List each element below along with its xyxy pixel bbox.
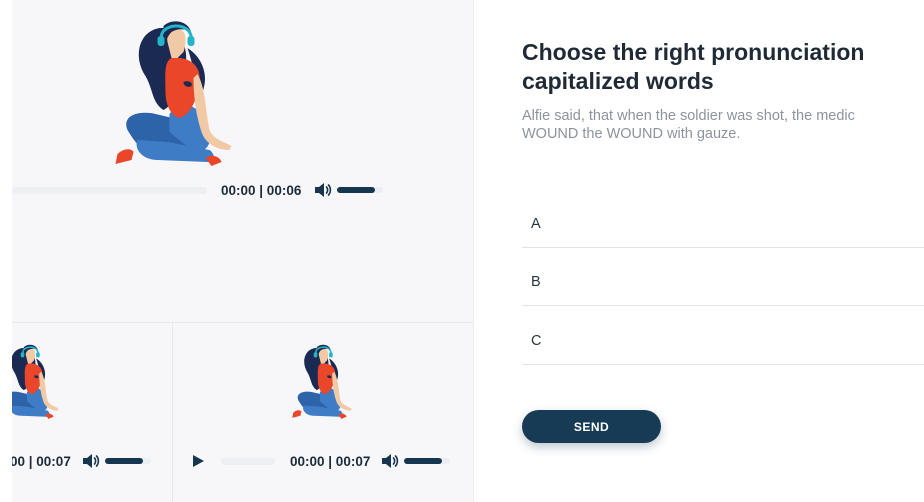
option-label: C [531, 333, 542, 349]
volume-level [337, 187, 376, 193]
speaker-icon[interactable] [82, 453, 100, 469]
question-title: Choose the right pronunciation capitaliz… [522, 39, 865, 94]
time-display: 00 | 00:07 [12, 453, 71, 469]
play-icon[interactable] [191, 454, 205, 468]
volume-slider[interactable] [404, 458, 451, 464]
option-label: A [531, 216, 541, 232]
volume-slider[interactable] [337, 187, 384, 193]
media-panel: 00:00 | 00:06 00 | 00:07 00:00 | 00:07 [12, 0, 474, 502]
volume-level [404, 458, 443, 464]
audio-player-2: 00 | 00:07 [12, 451, 172, 471]
answer-option-b[interactable]: B [522, 259, 924, 306]
woman-with-headphones-illustration [90, 18, 265, 178]
option-label: B [531, 274, 541, 290]
speaker-icon[interactable] [314, 182, 332, 198]
volume-slider[interactable] [104, 458, 151, 464]
media-tile-3: 00:00 | 00:07 [173, 323, 473, 502]
woman-with-headphones-illustration [12, 343, 72, 425]
speaker-icon[interactable] [381, 453, 399, 469]
audio-player-main: 00:00 | 00:06 [12, 180, 412, 200]
audio-player-3: 00:00 | 00:07 [191, 451, 471, 471]
send-button[interactable]: SEND [522, 410, 661, 443]
media-tile-main: 00:00 | 00:06 [12, 0, 473, 323]
time-display: 00:00 | 00:06 [221, 182, 302, 198]
media-tile-2: 00 | 00:07 [12, 323, 173, 502]
volume-level [104, 458, 143, 464]
time-display: 00:00 | 00:07 [290, 453, 371, 469]
seek-bar[interactable] [12, 186, 207, 194]
seek-bar[interactable] [221, 457, 275, 465]
question-sentence: Alfie said, that when the soldier was sh… [522, 108, 855, 142]
answer-option-c[interactable]: C [522, 318, 924, 365]
woman-with-headphones-illustration [283, 343, 365, 425]
question-panel: Choose the right pronunciation capitaliz… [474, 0, 924, 502]
answer-option-a[interactable]: A [522, 201, 924, 248]
